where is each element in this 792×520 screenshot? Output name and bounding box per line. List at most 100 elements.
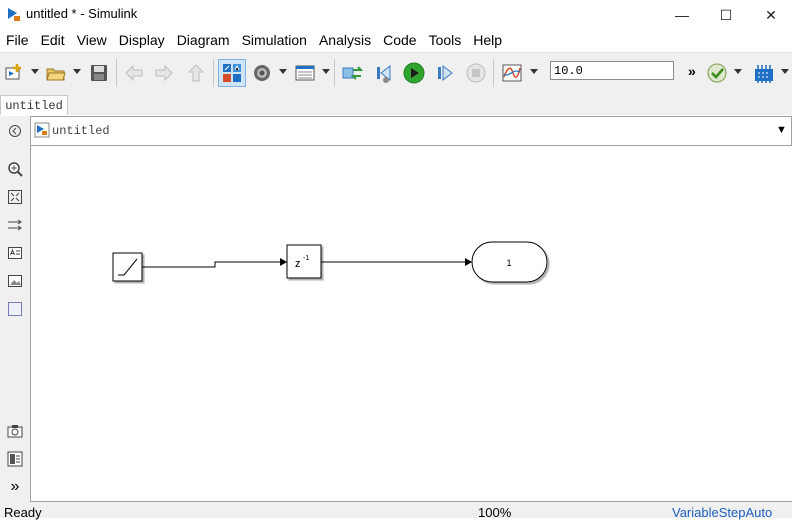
address-dropdown-icon[interactable]: ▼ <box>776 124 787 136</box>
annotation-button[interactable] <box>5 243 25 263</box>
title-bar: untitled * - Simulink — ☐ ✕ <box>0 0 792 30</box>
area-button[interactable] <box>5 299 25 319</box>
menu-code[interactable]: Code <box>377 30 422 52</box>
build-button[interactable] <box>752 61 776 85</box>
model-icon <box>34 122 50 138</box>
maximize-button[interactable]: ☐ <box>703 0 749 30</box>
open-icon <box>46 68 66 81</box>
model-advisor-button[interactable] <box>705 61 729 85</box>
route-lines-icon <box>8 219 22 231</box>
menu-analysis[interactable]: Analysis <box>313 30 377 52</box>
tab-untitled[interactable]: untitled <box>0 95 68 115</box>
fit-view-icon <box>8 190 22 204</box>
status-bar: Ready 100% VariableStepAuto <box>0 502 792 520</box>
ramp-block[interactable] <box>112 252 143 282</box>
stop-button[interactable] <box>464 61 488 85</box>
minimize-button[interactable]: — <box>659 0 705 30</box>
address-path: untitled <box>52 124 110 138</box>
route-lines-button[interactable] <box>5 215 25 235</box>
save-button[interactable] <box>87 61 111 85</box>
toolbar-overflow-button[interactable]: » <box>688 63 696 79</box>
model-explorer-icon <box>295 65 315 81</box>
annotation-icon <box>8 247 22 259</box>
signal-line[interactable] <box>142 261 281 268</box>
step-forward-button[interactable] <box>433 61 457 85</box>
address-bar[interactable] <box>30 116 792 146</box>
model-configuration-icon <box>254 65 270 81</box>
menu-bar: File Edit View Display Diagram Simulatio… <box>0 30 792 52</box>
data-inspector-dropdown[interactable] <box>530 69 538 74</box>
model-explorer-dropdown[interactable] <box>322 69 330 74</box>
run-button[interactable] <box>402 61 426 85</box>
menu-file[interactable]: File <box>0 30 35 52</box>
data-inspector-button[interactable] <box>500 61 524 85</box>
open-button[interactable] <box>44 61 68 85</box>
screenshot-button[interactable] <box>5 421 25 441</box>
block-diagram-palette: » <box>0 116 30 502</box>
menu-help[interactable]: Help <box>467 30 508 52</box>
save-icon <box>91 65 107 81</box>
unit-delay-block[interactable]: z -1 <box>286 244 322 279</box>
unit-delay-exponent: -1 <box>303 255 309 262</box>
menu-simulation[interactable]: Simulation <box>236 30 313 52</box>
model-explorer-button[interactable] <box>293 61 317 85</box>
new-model-button[interactable] <box>2 61 26 85</box>
tab-row <box>0 93 792 115</box>
forward-button[interactable] <box>152 61 176 85</box>
zoom-icon <box>8 162 23 177</box>
model-configuration-dropdown[interactable] <box>279 69 287 74</box>
up-icon <box>187 64 205 82</box>
menu-view[interactable]: View <box>71 30 113 52</box>
model-canvas[interactable]: z -1 1 <box>30 146 792 502</box>
library-browser-button[interactable] <box>218 59 246 87</box>
build-dropdown[interactable] <box>781 69 789 74</box>
back-button[interactable] <box>122 61 146 85</box>
new-model-icon <box>5 64 21 80</box>
model-properties-button[interactable] <box>5 449 25 469</box>
menu-display[interactable]: Display <box>113 30 171 52</box>
separator <box>493 59 494 87</box>
menu-edit[interactable]: Edit <box>35 30 71 52</box>
hide-browser-button[interactable] <box>5 121 25 141</box>
update-diagram-button[interactable] <box>340 61 364 85</box>
expand-palette-button[interactable]: » <box>5 477 25 497</box>
model-advisor-dropdown[interactable] <box>734 69 742 74</box>
step-back-icon <box>377 64 391 83</box>
close-button[interactable]: ✕ <box>748 0 792 30</box>
stop-icon <box>466 63 486 83</box>
image-button[interactable] <box>5 271 25 291</box>
outport-number: 1 <box>506 258 511 268</box>
separator <box>334 59 335 87</box>
step-forward-icon <box>438 64 453 82</box>
stop-time-input[interactable]: 10.0 <box>550 61 674 80</box>
forward-icon <box>155 64 173 82</box>
model-properties-icon <box>7 451 23 467</box>
separator <box>213 59 214 87</box>
simulink-app-icon <box>5 6 23 24</box>
up-button[interactable] <box>184 61 208 85</box>
unit-delay-base: z <box>295 258 301 270</box>
back-icon <box>125 64 143 82</box>
open-dropdown[interactable] <box>73 69 81 74</box>
outport-block[interactable]: 1 <box>471 241 548 283</box>
area-icon <box>8 302 22 316</box>
arrowhead <box>280 258 287 266</box>
update-diagram-icon <box>342 66 363 80</box>
image-icon <box>8 275 22 287</box>
menu-diagram[interactable]: Diagram <box>171 30 236 52</box>
window-title: untitled * - Simulink <box>26 6 138 21</box>
new-model-dropdown[interactable] <box>31 69 39 74</box>
menu-tools[interactable]: Tools <box>423 30 468 52</box>
model-advisor-icon <box>707 63 727 83</box>
arrowhead <box>465 258 472 266</box>
zoom-button[interactable] <box>5 159 25 179</box>
step-back-button[interactable] <box>372 61 396 85</box>
fit-view-button[interactable] <box>5 187 25 207</box>
hide-browser-icon <box>9 125 21 137</box>
separator <box>116 59 117 87</box>
model-configuration-button[interactable] <box>250 61 274 85</box>
data-inspector-icon <box>502 64 522 82</box>
screenshot-icon <box>7 425 23 438</box>
diagram-svg: z -1 1 <box>112 241 548 283</box>
library-browser-icon <box>223 64 241 82</box>
